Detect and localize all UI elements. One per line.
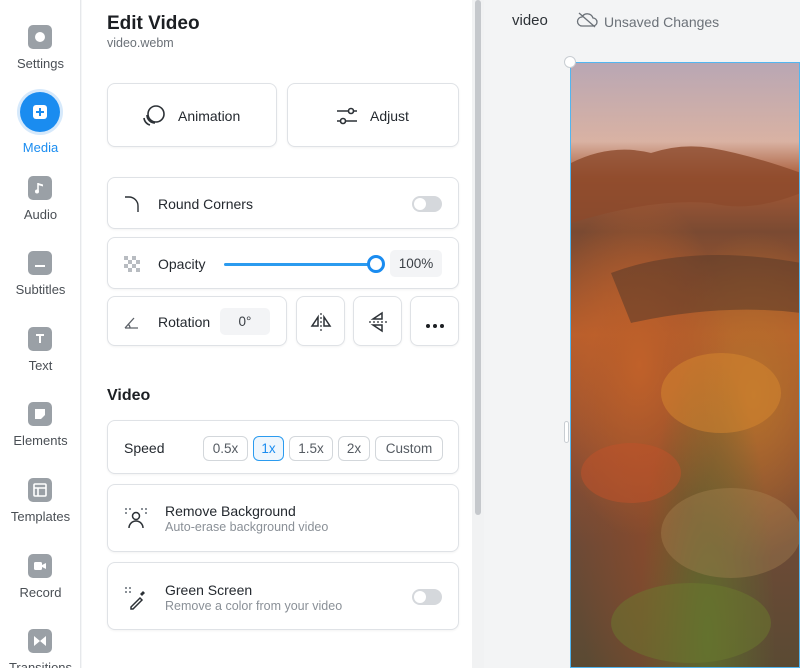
- speed-option-1-5x[interactable]: 1.5x: [289, 436, 333, 461]
- file-name: video.webm: [107, 36, 174, 50]
- round-corner-icon: [123, 194, 143, 219]
- rotation-label: Rotation: [158, 314, 211, 330]
- nav-item-transitions[interactable]: Transitions: [0, 629, 81, 668]
- rotation-value[interactable]: 0°: [220, 308, 270, 335]
- speed-option-0-5x[interactable]: 0.5x: [203, 436, 248, 461]
- angle-icon: [123, 313, 141, 336]
- panel-title: Edit Video: [107, 13, 200, 34]
- plus-icon: [20, 92, 60, 132]
- flip-vertical-button[interactable]: [353, 296, 402, 346]
- resize-handle-left[interactable]: [564, 421, 569, 443]
- flip-horizontal-icon: [310, 311, 332, 338]
- panel-scrollbar[interactable]: [472, 0, 484, 668]
- speed-label: Speed: [124, 440, 165, 456]
- green-screen-toggle[interactable]: [412, 589, 442, 605]
- opacity-slider-track[interactable]: [224, 263, 376, 266]
- resize-handle-top-left[interactable]: [564, 56, 576, 68]
- project-name[interactable]: video: [512, 12, 548, 29]
- edit-panel: Edit Video video.webm Animation Adjust R…: [82, 0, 472, 668]
- checkerboard-icon: [124, 256, 140, 277]
- flip-horizontal-button[interactable]: [296, 296, 345, 346]
- rotation-row: Rotation 0°: [107, 296, 287, 346]
- save-status: Unsaved Changes: [576, 12, 719, 31]
- nav-item-audio[interactable]: Audio: [0, 176, 81, 246]
- more-options-button[interactable]: [410, 296, 459, 346]
- music-note-icon: [28, 176, 52, 200]
- remove-background-title: Remove Background: [165, 503, 296, 519]
- nav-item-text[interactable]: Text: [0, 327, 81, 397]
- opacity-value[interactable]: 100%: [390, 250, 442, 277]
- nav-label: Templates: [10, 509, 71, 524]
- speed-option-custom[interactable]: Custom: [375, 436, 443, 461]
- gear-icon: [28, 25, 52, 49]
- elements-icon: [28, 402, 52, 426]
- more-dots-icon: [425, 317, 445, 335]
- text-icon: [28, 327, 52, 351]
- round-corners-label: Round Corners: [158, 196, 253, 212]
- nav-label: Subtitles: [15, 282, 66, 297]
- round-corners-toggle[interactable]: [412, 196, 442, 212]
- canvas-area: video Unsaved Changes: [484, 0, 800, 668]
- speed-option-1x[interactable]: 1x: [253, 436, 284, 461]
- nav-label: Settings: [17, 56, 64, 71]
- record-icon: [28, 554, 52, 578]
- remove-background-subtitle: Auto-erase background video: [165, 520, 329, 534]
- nav-item-media[interactable]: Media: [0, 92, 81, 170]
- nav-label: Text: [28, 358, 53, 373]
- green-screen-title: Green Screen: [165, 582, 253, 598]
- transitions-icon: [28, 629, 52, 653]
- video-preview[interactable]: [570, 62, 800, 668]
- speed-option-2x[interactable]: 2x: [338, 436, 370, 461]
- remove-background-icon: [124, 507, 148, 536]
- sliders-icon: [335, 104, 359, 133]
- save-status-text: Unsaved Changes: [604, 13, 720, 30]
- nav-label: Elements: [13, 433, 68, 448]
- round-corners-row: Round Corners: [107, 177, 459, 229]
- eyedropper-icon: [124, 586, 148, 615]
- nav-item-settings[interactable]: Settings: [0, 25, 81, 95]
- opacity-label: Opacity: [158, 256, 206, 272]
- video-preview-image: [571, 146, 799, 663]
- animation-icon: [141, 103, 167, 134]
- left-nav: Settings Media Audio Subtitles Text Elem…: [0, 0, 81, 668]
- templates-icon: [28, 478, 52, 502]
- green-screen-row: Green Screen Remove a color from your vi…: [107, 562, 459, 630]
- nav-item-templates[interactable]: Templates: [0, 478, 81, 548]
- opacity-slider-thumb[interactable]: [367, 255, 385, 273]
- opacity-row: Opacity 100%: [107, 237, 459, 289]
- green-screen-subtitle: Remove a color from your video: [165, 599, 343, 613]
- panel-scrollbar-thumb[interactable]: [475, 0, 481, 515]
- video-section-title: Video: [107, 387, 151, 404]
- cloud-off-icon: [576, 12, 598, 31]
- adjust-label: Adjust: [370, 108, 409, 124]
- speed-row: Speed 0.5x 1x 1.5x 2x Custom: [107, 420, 459, 474]
- nav-label: Media: [22, 140, 59, 155]
- nav-item-record[interactable]: Record: [0, 554, 81, 624]
- adjust-button[interactable]: Adjust: [287, 83, 459, 147]
- flip-vertical-icon: [367, 311, 389, 338]
- remove-background-button[interactable]: Remove Background Auto-erase background …: [107, 484, 459, 552]
- nav-label: Record: [19, 585, 62, 600]
- nav-item-elements[interactable]: Elements: [0, 402, 81, 472]
- nav-label: Audio: [23, 207, 58, 222]
- nav-label: Transitions: [8, 660, 73, 668]
- nav-item-subtitles[interactable]: Subtitles: [0, 251, 81, 321]
- animation-button[interactable]: Animation: [107, 83, 277, 147]
- subtitles-icon: [28, 251, 52, 275]
- animation-label: Animation: [178, 108, 241, 124]
